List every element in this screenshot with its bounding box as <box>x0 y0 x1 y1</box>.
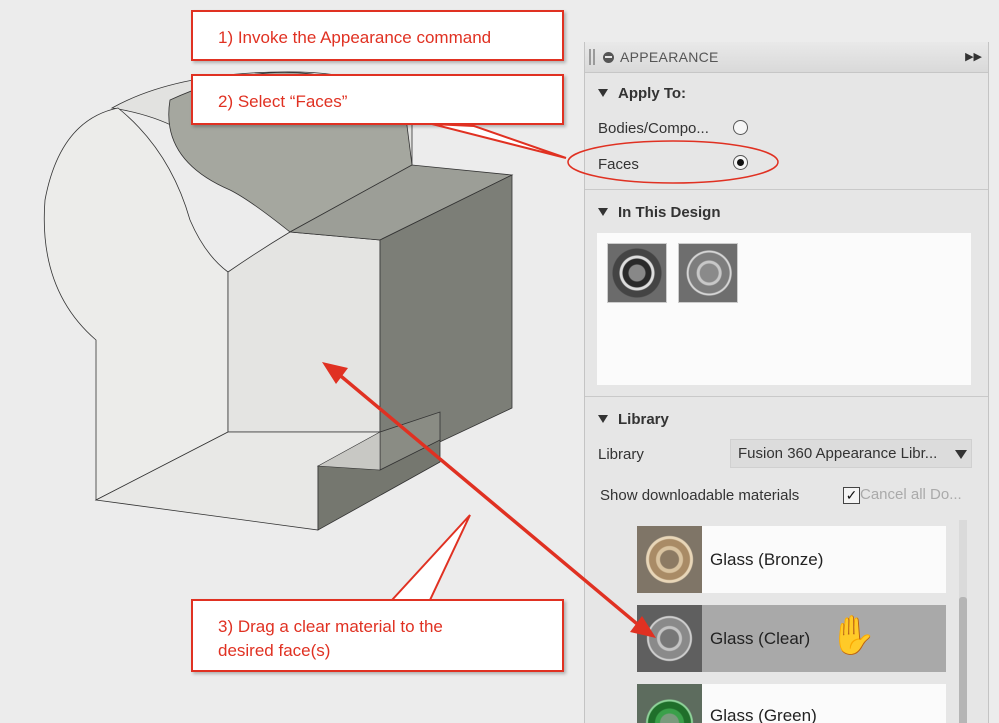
panel-title: APPEARANCE <box>620 49 719 65</box>
chevron-down-icon <box>955 450 967 459</box>
design-materials-box <box>597 233 971 385</box>
option-bodies-label: Bodies/Compo... <box>598 120 709 137</box>
appearance-panel-icon <box>603 51 614 63</box>
drag-grip-icon[interactable] <box>589 49 595 65</box>
callout-text: 1) Invoke the Appearance command <box>218 28 492 47</box>
divider <box>585 396 988 397</box>
material-name: Glass (Bronze) <box>710 549 824 569</box>
section-title: Apply To: <box>618 84 687 102</box>
downloadable-checkbox[interactable]: ✓ <box>843 487 860 504</box>
callout-text: 2) Select “Faces” <box>218 92 348 111</box>
callout-step1: 1) Invoke the Appearance command <box>191 10 564 61</box>
clear-glass-swatch <box>637 605 702 672</box>
chrome-torus-swatch[interactable] <box>607 243 667 303</box>
callout-step3: 3) Drag a clear material to the desired … <box>191 599 564 672</box>
double-arrow-right-icon[interactable]: ▶▶ <box>965 50 982 63</box>
section-library[interactable]: Library <box>585 408 988 430</box>
library-scrollbar-thumb[interactable] <box>959 597 967 723</box>
faces-radio[interactable] <box>733 155 748 170</box>
material-glass-bronze[interactable]: Glass (Bronze) <box>637 526 946 593</box>
downloadable-label: Show downloadable materials <box>600 487 800 504</box>
section-apply-to[interactable]: Apply To: <box>585 82 988 104</box>
divider <box>585 189 988 190</box>
green-glass-swatch <box>637 684 702 723</box>
callout-step2: 2) Select “Faces” <box>191 74 564 125</box>
panel-header: APPEARANCE ▶▶ <box>585 42 988 73</box>
section-in-this-design[interactable]: In This Design <box>585 201 988 223</box>
library-label: Library <box>598 446 644 463</box>
glass-torus-swatch[interactable] <box>678 243 738 303</box>
section-title: Library <box>618 410 669 428</box>
collapse-triangle-icon <box>598 208 608 216</box>
material-glass-clear[interactable]: Glass (Clear) <box>637 605 946 672</box>
callout-text: 3) Drag a clear material to the <box>218 617 443 636</box>
collapse-triangle-icon <box>598 415 608 423</box>
grab-hand-icon: ✋ <box>829 615 877 657</box>
callout-text: desired face(s) <box>218 641 331 660</box>
material-name: Glass (Green) <box>710 706 817 723</box>
option-faces-label: Faces <box>598 156 639 173</box>
section-title: In This Design <box>618 203 721 221</box>
collapse-triangle-icon <box>598 89 608 97</box>
library-select[interactable]: Fusion 360 Appearance Libr... <box>730 439 972 468</box>
library-select-value: Fusion 360 Appearance Libr... <box>738 445 938 462</box>
material-glass-green[interactable]: Glass (Green) <box>637 684 946 723</box>
cancel-downloads-link[interactable]: Cancel all Do... <box>860 486 962 503</box>
material-name: Glass (Clear) <box>710 628 811 648</box>
bronze-glass-swatch <box>637 526 702 593</box>
appearance-panel: APPEARANCE ▶▶ Apply To: Bodies/Compo... … <box>584 42 989 723</box>
bodies-radio[interactable] <box>733 120 748 135</box>
